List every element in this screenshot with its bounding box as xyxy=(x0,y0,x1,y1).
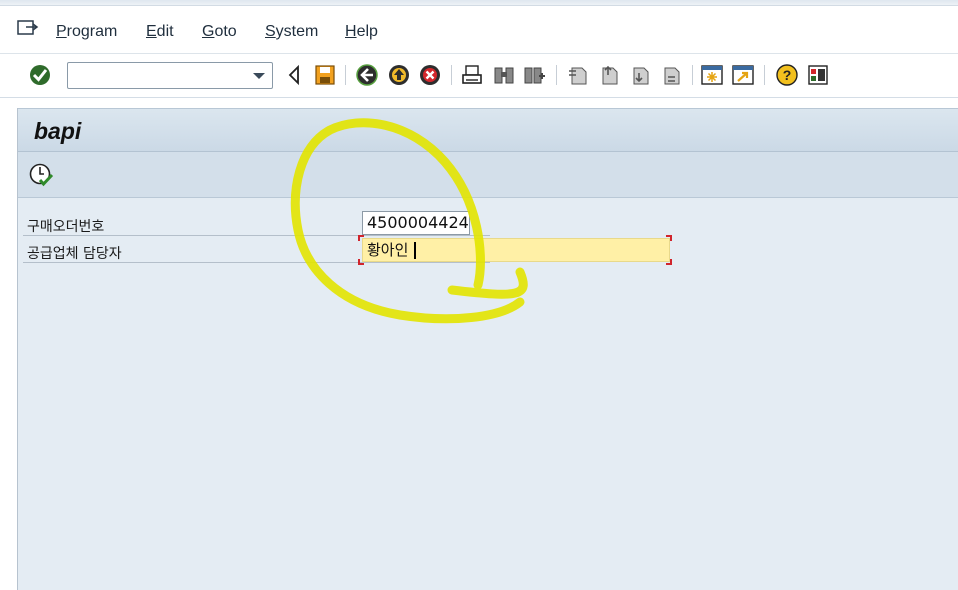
previous-page-icon[interactable] xyxy=(597,63,621,87)
exit-icon[interactable] xyxy=(387,63,411,87)
shortcut-icon[interactable] xyxy=(731,63,755,87)
menu-bar: Program Edit Goto System Help xyxy=(0,6,958,54)
application-toolbar xyxy=(18,152,958,198)
first-page-icon[interactable] xyxy=(566,63,590,87)
system-menu-icon[interactable] xyxy=(17,20,39,38)
help-icon[interactable]: ? xyxy=(775,63,799,87)
command-field[interactable] xyxy=(67,62,273,89)
menu-goto[interactable]: Goto xyxy=(202,23,237,41)
toolbar-separator xyxy=(764,65,765,85)
command-input[interactable] xyxy=(72,66,242,85)
field-corner-marker xyxy=(358,235,364,241)
toolbar-separator xyxy=(345,65,346,85)
title-bar: bapi xyxy=(18,108,958,152)
field-corner-marker xyxy=(666,235,672,241)
menu-system[interactable]: System xyxy=(265,23,318,41)
find-next-icon[interactable] xyxy=(522,63,546,87)
menu-help[interactable]: Help xyxy=(345,23,378,41)
standard-toolbar: ? xyxy=(0,54,958,98)
layout-menu-icon[interactable] xyxy=(806,63,830,87)
sap-window: Program Edit Goto System Help ? bapi 구매오… xyxy=(0,0,958,590)
page-title: bapi xyxy=(34,118,82,144)
text-cursor xyxy=(414,242,417,259)
toolbar-separator xyxy=(556,65,557,85)
field-corner-marker xyxy=(666,259,672,265)
execute-icon[interactable] xyxy=(28,162,54,188)
menu-edit[interactable]: Edit xyxy=(146,23,174,41)
chevron-down-icon[interactable] xyxy=(253,73,265,79)
print-icon[interactable] xyxy=(460,63,484,87)
save-icon[interactable] xyxy=(313,63,337,87)
svg-text:?: ? xyxy=(783,67,792,83)
new-session-icon[interactable] xyxy=(700,63,724,87)
find-icon[interactable] xyxy=(492,63,516,87)
field-label: 공급업체 담당자 xyxy=(27,246,122,262)
enter-icon[interactable] xyxy=(28,63,52,87)
field-corner-marker xyxy=(358,259,364,265)
cancel-icon[interactable] xyxy=(418,63,442,87)
menu-program[interactable]: Program xyxy=(56,23,117,41)
selection-screen: 구매오더번호 공급업체 담당자 4500004424 황아인 xyxy=(18,198,958,590)
vendor-contact-field[interactable]: 황아인 xyxy=(362,238,670,262)
vendor-contact-value: 황아인 xyxy=(367,241,409,259)
toolbar-separator xyxy=(451,65,452,85)
back-arrow-icon[interactable] xyxy=(283,63,307,87)
last-page-icon[interactable] xyxy=(659,63,683,87)
purchase-order-number-field[interactable]: 4500004424 xyxy=(362,211,470,235)
next-page-icon[interactable] xyxy=(628,63,652,87)
back-icon[interactable] xyxy=(355,63,379,87)
field-label: 구매오더번호 xyxy=(27,219,105,235)
toolbar-separator xyxy=(692,65,693,85)
